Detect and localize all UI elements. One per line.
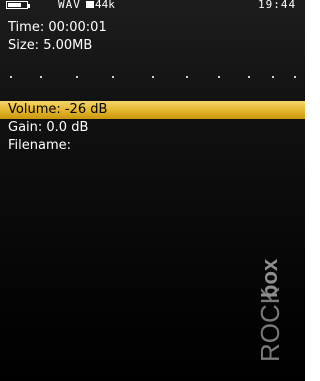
codec-label: WAV — [58, 0, 81, 11]
recording-screen: WAV 44k 19:44 Time: 00:00:01 Size: 5.00M… — [0, 0, 305, 381]
frequency-label: 44k — [95, 0, 115, 11]
rockbox-logo-icon: ROCK box — [246, 238, 292, 366]
recording-time: Time: 00:00:01 — [8, 20, 107, 35]
clock: 19:44 — [258, 0, 297, 11]
menu-item-volume[interactable]: Volume: -26 dB — [0, 101, 305, 119]
status-bar: WAV 44k 19:44 — [0, 0, 305, 13]
peak-meter — [0, 76, 305, 80]
recording-size: Size: 5.00MB — [8, 38, 93, 53]
menu-item-gain[interactable]: Gain: 0.0 dB — [0, 119, 305, 137]
svg-text:box: box — [257, 258, 282, 298]
battery-icon — [6, 1, 30, 9]
menu-item-filename[interactable]: Filename: — [0, 137, 305, 155]
record-indicator-icon — [86, 1, 94, 8]
